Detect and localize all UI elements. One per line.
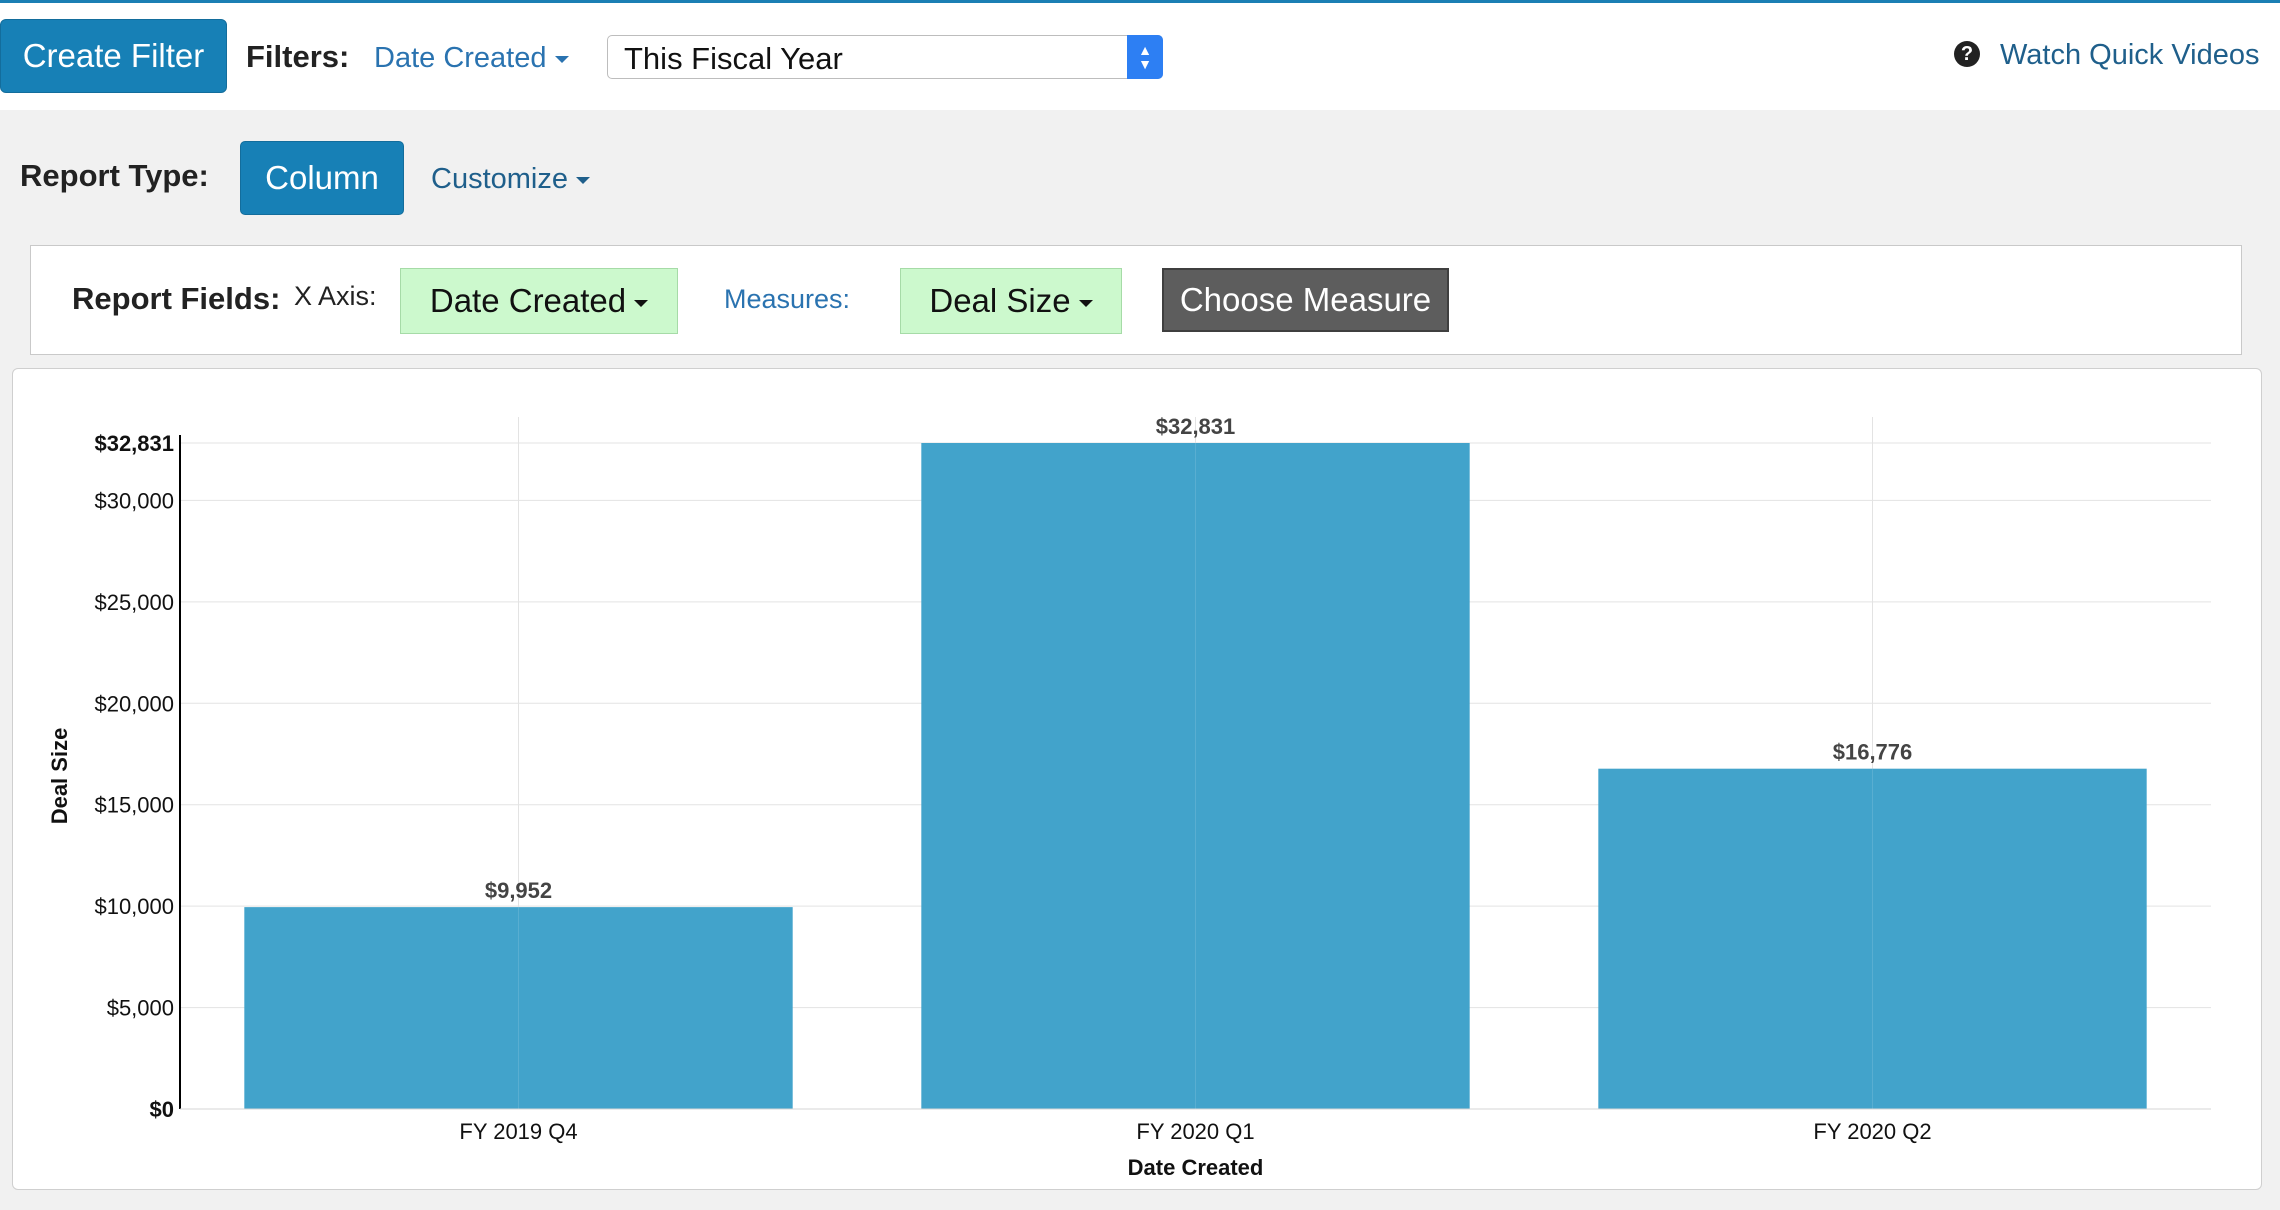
filter-value-text: This Fiscal Year bbox=[624, 41, 843, 76]
x-tick-label: FY 2020 Q2 bbox=[1813, 1119, 1931, 1144]
column-chart: $0 $5,000 $10,000 $15,000 $20,000 $25,000 $30,… bbox=[47, 414, 2211, 1180]
measure-value: Deal Size bbox=[929, 282, 1071, 319]
caret-down-icon bbox=[576, 176, 590, 184]
create-filter-button[interactable]: Create Filter bbox=[0, 19, 227, 93]
chart-panel: $0 $5,000 $10,000 $15,000 $20,000 $25,000 $30,… bbox=[12, 368, 2262, 1190]
y-tick-label: $5,000 bbox=[107, 996, 174, 1021]
x-tick-label: FY 2020 Q1 bbox=[1136, 1119, 1254, 1144]
customize-dropdown[interactable]: Customize bbox=[431, 163, 590, 196]
caret-down-icon bbox=[554, 55, 569, 63]
x-tick-label: FY 2019 Q4 bbox=[459, 1119, 577, 1144]
data-label: $16,776 bbox=[1833, 740, 1913, 765]
top-toolbar: Create Filter Filters: Date Created This… bbox=[0, 0, 2280, 110]
x-axis-dropdown[interactable]: Date Created bbox=[400, 268, 678, 334]
caret-down-icon bbox=[634, 299, 649, 307]
report-fields-label: Report Fields: bbox=[72, 281, 281, 316]
data-label: $32,831 bbox=[1156, 414, 1236, 439]
report-type-column-button[interactable]: Column bbox=[240, 141, 404, 215]
select-arrows-icon: ▲ ▼ bbox=[1127, 35, 1163, 79]
watch-quick-videos-link[interactable]: Watch Quick Videos bbox=[2000, 39, 2260, 72]
x-axis-label: X Axis: bbox=[294, 281, 377, 311]
measures-label: Measures: bbox=[724, 284, 851, 314]
x-axis-title: Date Created bbox=[1128, 1155, 1264, 1180]
x-axis-value: Date Created bbox=[429, 282, 627, 319]
question-circle-icon[interactable]: ? bbox=[1954, 41, 1980, 67]
y-tick-label: $20,000 bbox=[94, 691, 174, 716]
caret-down-icon bbox=[1078, 299, 1093, 307]
choose-measure-button[interactable]: Choose Measure bbox=[1162, 268, 1449, 332]
y-tick-label: $0 bbox=[150, 1097, 174, 1122]
y-tick-label: $25,000 bbox=[94, 590, 174, 615]
y-tick-label: $10,000 bbox=[94, 894, 174, 919]
customize-label: Customize bbox=[431, 163, 568, 195]
filter-field-dropdown[interactable]: Date Created bbox=[374, 42, 569, 75]
y-tick-label: $30,000 bbox=[94, 488, 174, 513]
y-tick-label: $32,831 bbox=[94, 431, 174, 456]
measure-dropdown[interactable]: Deal Size bbox=[900, 268, 1122, 334]
data-label: $9,952 bbox=[485, 878, 552, 903]
y-axis-title: Deal Size bbox=[47, 728, 72, 825]
filter-value-select[interactable]: This Fiscal Year ▲ ▼ bbox=[607, 35, 1163, 79]
y-tick-label: $15,000 bbox=[94, 793, 174, 818]
report-type-label: Report Type: bbox=[20, 158, 209, 193]
filter-field-label: Date Created bbox=[374, 42, 547, 74]
filters-label: Filters: bbox=[246, 39, 350, 74]
